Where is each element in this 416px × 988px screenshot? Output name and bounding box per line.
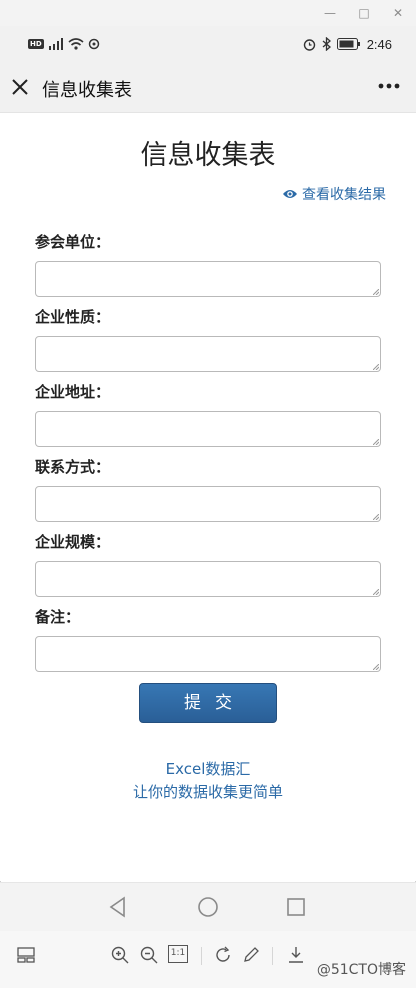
android-nav-bar [0, 882, 416, 931]
signal-icon [48, 38, 63, 50]
field-wrapper-nature [35, 336, 381, 372]
notes-input[interactable] [35, 636, 381, 672]
download-icon[interactable] [286, 945, 306, 965]
window-close-icon[interactable]: ✕ [390, 5, 406, 21]
field-wrapper-company [35, 261, 381, 297]
toolbar-divider [272, 947, 273, 965]
field-wrapper-address [35, 411, 381, 447]
field-label-address: 企业地址： [35, 383, 111, 401]
alarm-icon [303, 38, 315, 51]
field-wrapper-contact [35, 486, 381, 522]
field-label-notes: 备注： [35, 608, 81, 626]
back-triangle-icon[interactable] [106, 895, 130, 919]
watermark: @51CTO博客 [316, 962, 406, 978]
toolbar-divider [201, 947, 202, 965]
form-page: 信息收集表 查看收集结果 参会单位： 企业性质： 企业地址： 联系方式： 企业规… [0, 113, 416, 881]
minimize-icon[interactable]: — [322, 5, 338, 21]
actual-size-icon[interactable]: 1:1 [168, 945, 188, 963]
zoom-out-icon[interactable] [139, 945, 159, 965]
rotate-icon[interactable] [213, 945, 233, 965]
close-icon[interactable] [10, 77, 30, 97]
submit-button[interactable]: 提交 [139, 683, 277, 723]
company-input[interactable] [35, 261, 381, 297]
footer-tagline-link[interactable]: 让你的数据收集更简单 [0, 781, 416, 802]
form-title: 信息收集表 [140, 140, 276, 171]
resize-grip-icon[interactable] [373, 664, 379, 670]
hd-badge: HD [28, 39, 44, 49]
field-label-company: 参会单位： [35, 233, 111, 251]
field-wrapper-scale [35, 561, 381, 597]
resize-grip-icon[interactable] [373, 364, 379, 370]
resize-grip-icon[interactable] [373, 514, 379, 520]
view-results-link[interactable]: 查看收集结果 [282, 184, 386, 204]
viewer-toolbar: 1:1 @51CTO博客 [0, 931, 416, 988]
scale-input[interactable] [35, 561, 381, 597]
recents-square-icon[interactable] [284, 895, 308, 919]
address-input[interactable] [35, 411, 381, 447]
status-time: 2:46 [366, 36, 392, 52]
footer-brand-link[interactable]: Excel数据汇 [0, 758, 416, 779]
field-label-scale: 企业规模： [35, 533, 111, 551]
zoom-in-icon[interactable] [110, 945, 130, 965]
nature-input[interactable] [35, 336, 381, 372]
app-header: 信息收集表 [0, 62, 416, 113]
thumbnail-panel-icon[interactable] [16, 945, 36, 965]
home-circle-icon[interactable] [196, 895, 220, 919]
more-options-icon[interactable] [378, 82, 400, 90]
app-notification-icon [88, 38, 99, 50]
resize-grip-icon[interactable] [373, 289, 379, 295]
app-title: 信息收集表 [42, 80, 132, 101]
maximize-icon[interactable]: □ [356, 5, 372, 21]
field-wrapper-notes [35, 636, 381, 672]
contact-input[interactable] [35, 486, 381, 522]
eye-icon [283, 190, 297, 198]
status-bar: HD 2:46 [0, 26, 416, 62]
field-label-contact: 联系方式： [35, 458, 111, 476]
resize-grip-icon[interactable] [373, 589, 379, 595]
battery-icon [336, 38, 360, 50]
edit-pencil-icon[interactable] [241, 945, 261, 965]
wifi-icon [68, 38, 84, 50]
field-label-nature: 企业性质： [35, 308, 111, 326]
resize-grip-icon[interactable] [373, 439, 379, 445]
window-titlebar: — □ ✕ [0, 0, 416, 27]
view-results-label: 查看收集结果 [302, 187, 386, 203]
bluetooth-icon [322, 37, 331, 51]
